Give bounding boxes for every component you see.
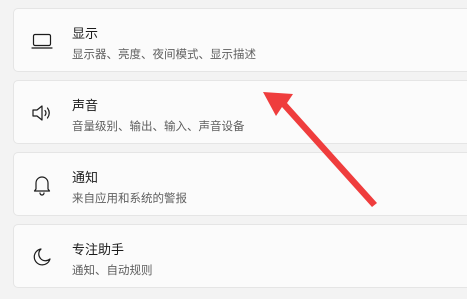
settings-item-sound[interactable]: 声音 音量级别、输出、输入、声音设备 bbox=[13, 80, 467, 144]
settings-item-title: 专注助手 bbox=[72, 243, 125, 258]
monitor-icon bbox=[28, 27, 56, 55]
settings-item-subtitle: 显示器、亮度、夜间模式、显示描述 bbox=[72, 47, 256, 61]
settings-item-title: 声音 bbox=[72, 99, 99, 114]
moon-icon bbox=[28, 243, 56, 271]
bell-icon bbox=[28, 171, 56, 199]
settings-item-title: 显示 bbox=[72, 27, 99, 42]
speaker-icon bbox=[28, 99, 56, 127]
settings-item-title: 通知 bbox=[72, 171, 99, 186]
settings-item-focus-assist[interactable]: 专注助手 通知、自动规则 bbox=[13, 224, 467, 288]
settings-item-notifications[interactable]: 通知 来自应用和系统的警报 bbox=[13, 152, 467, 216]
settings-item-subtitle: 音量级别、输出、输入、声音设备 bbox=[72, 119, 245, 133]
settings-list: 显示 显示器、亮度、夜间模式、显示描述 声音 音量级别、输出、输入、声音设备 通… bbox=[13, 8, 467, 296]
settings-item-subtitle: 来自应用和系统的警报 bbox=[72, 191, 187, 205]
settings-item-display[interactable]: 显示 显示器、亮度、夜间模式、显示描述 bbox=[13, 8, 467, 72]
settings-item-subtitle: 通知、自动规则 bbox=[72, 263, 153, 277]
